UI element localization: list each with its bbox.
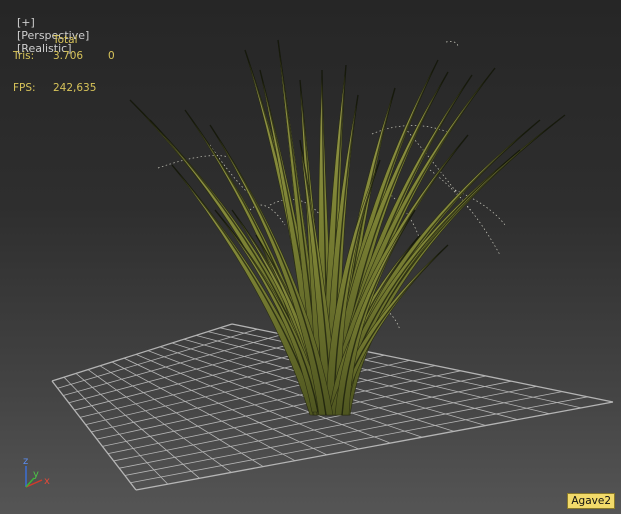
wireframe-strand bbox=[209, 144, 251, 196]
grid-line bbox=[91, 360, 410, 433]
stats-tris-total: 3.706 bbox=[53, 50, 84, 62]
z-axis-label: z bbox=[23, 456, 28, 467]
wireframe-strand bbox=[445, 41, 459, 47]
selected-object-label: Agave2 bbox=[567, 493, 615, 509]
stats-fps-label: FPS: bbox=[13, 82, 36, 94]
viewport-plus-menu[interactable]: [+] bbox=[17, 16, 35, 29]
perspective-viewport[interactable]: z x y [+] [Perspective] [Realistic] Tota… bbox=[0, 0, 621, 514]
grid-line bbox=[99, 365, 264, 467]
grid-line bbox=[96, 365, 436, 440]
x-axis-label: x bbox=[44, 476, 50, 487]
stats-fps-value: 242,635 bbox=[53, 82, 97, 94]
stats-total-header: Total bbox=[53, 34, 78, 46]
y-axis-label: y bbox=[33, 469, 39, 480]
grid-line bbox=[63, 376, 169, 485]
stats-tris-label: Tris: bbox=[13, 50, 35, 62]
scene-canvas[interactable]: z x y bbox=[0, 0, 621, 514]
axis-tripod: z x y bbox=[23, 456, 50, 488]
stats-tris-selected: 0 bbox=[108, 50, 115, 62]
grid-line bbox=[87, 369, 232, 473]
grid-line bbox=[219, 327, 582, 409]
grid-line bbox=[207, 331, 550, 415]
grid-line bbox=[130, 396, 588, 484]
